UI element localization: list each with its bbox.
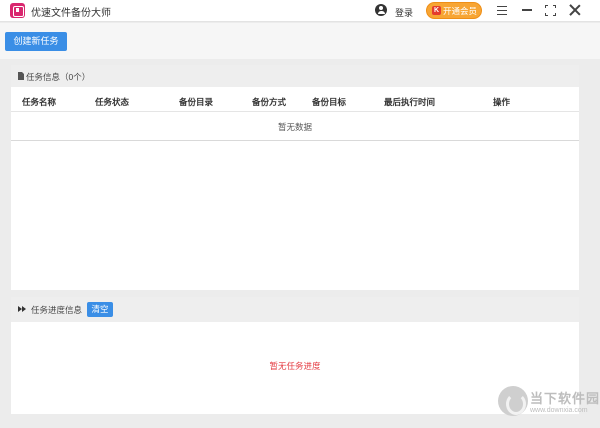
table-empty-text: 暂无数据 bbox=[277, 122, 312, 132]
column-header-actions: 操作 bbox=[493, 97, 511, 107]
table-body-divider bbox=[11, 140, 579, 141]
menu-icon[interactable] bbox=[497, 6, 507, 15]
toolbar: 创建新任务 bbox=[0, 23, 600, 59]
column-header-backup-mode: 备份方式 bbox=[252, 97, 287, 107]
app-logo-icon bbox=[10, 3, 25, 18]
task-info-title: 任务信息（0个） bbox=[26, 72, 91, 82]
open-vip-button[interactable]: K 开通会员 bbox=[426, 2, 482, 19]
task-progress-panel: 任务进度信息 清空 暂无任务进度 bbox=[11, 297, 579, 414]
table-header-divider bbox=[11, 111, 579, 112]
column-header-backup-target: 备份目标 bbox=[312, 97, 347, 107]
column-header-task-name: 任务名称 bbox=[22, 97, 57, 107]
app-title: 优速文件备份大师 bbox=[31, 8, 111, 19]
progress-empty-text: 暂无任务进度 bbox=[269, 361, 321, 371]
column-header-task-status: 任务状态 bbox=[95, 97, 130, 107]
file-icon bbox=[18, 72, 24, 80]
column-header-last-run-time: 最后执行时间 bbox=[384, 97, 436, 107]
vip-button-label: 开通会员 bbox=[443, 6, 478, 16]
create-task-button[interactable]: 创建新任务 bbox=[5, 32, 67, 51]
watermark-name: 当下软件园 bbox=[530, 391, 600, 406]
clear-button[interactable]: 清空 bbox=[87, 302, 113, 317]
task-progress-title: 任务进度信息 bbox=[31, 305, 83, 315]
maximize-icon[interactable] bbox=[545, 5, 556, 16]
user-icon[interactable] bbox=[375, 4, 387, 16]
task-progress-header: 任务进度信息 清空 bbox=[11, 297, 579, 322]
task-info-header: 任务信息（0个） bbox=[11, 65, 579, 87]
column-header-backup-directory: 备份目录 bbox=[179, 97, 214, 107]
vip-icon: K bbox=[432, 6, 441, 15]
task-info-panel: 任务信息（0个） 任务名称 任务状态 备份目录 备份方式 备份目标 最后执行时间… bbox=[11, 65, 579, 290]
watermark-logo-icon bbox=[498, 386, 528, 416]
close-icon[interactable] bbox=[569, 4, 581, 16]
watermark-url: www.downxia.com bbox=[530, 407, 588, 414]
minimize-icon[interactable] bbox=[522, 9, 532, 11]
login-link[interactable]: 登录 bbox=[395, 6, 413, 19]
fast-forward-icon bbox=[18, 306, 27, 312]
title-bar: 优速文件备份大师 登录 K 开通会员 bbox=[0, 0, 600, 22]
